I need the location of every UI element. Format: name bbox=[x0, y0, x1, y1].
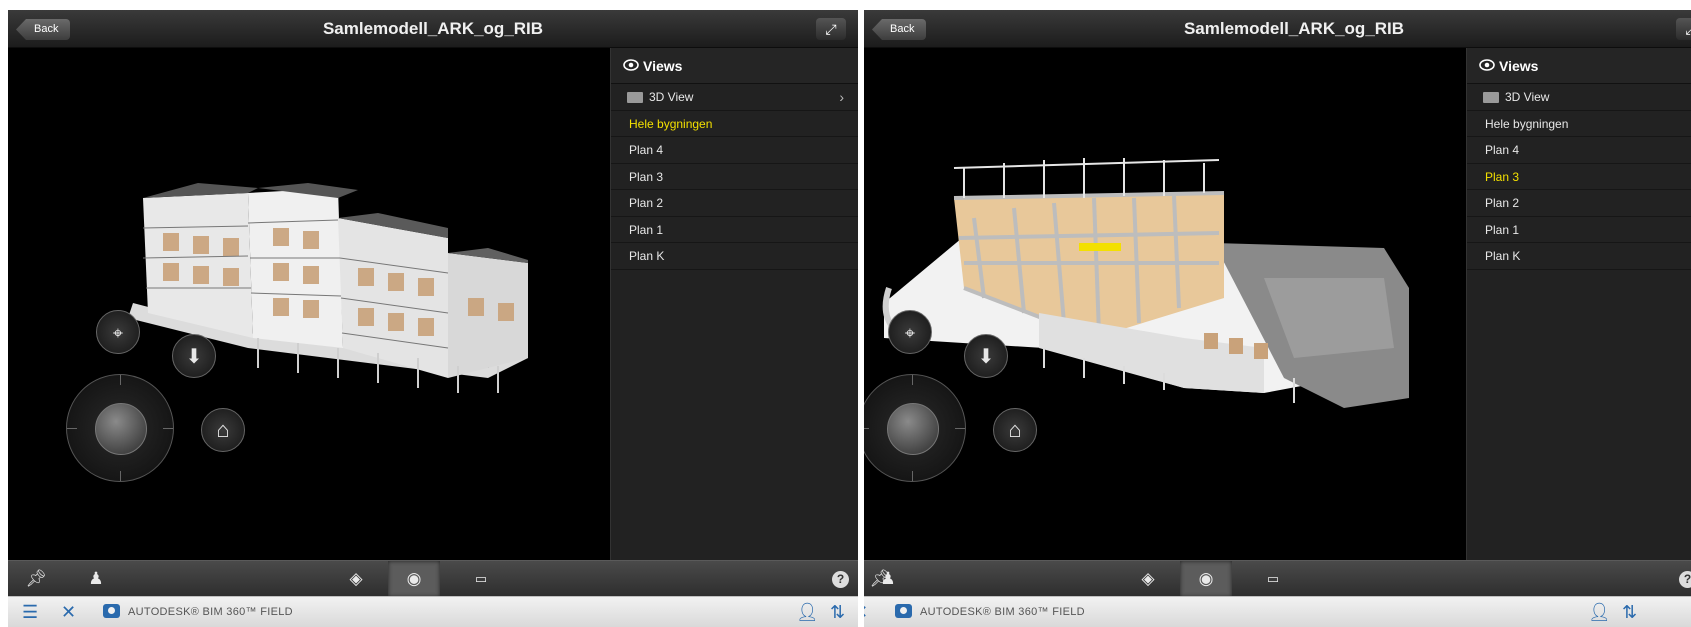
view-item[interactable]: Plan K bbox=[1467, 243, 1691, 270]
view-item[interactable]: Plan 3 bbox=[1467, 164, 1691, 190]
model-title: Samlemodell_ARK_og_RIB bbox=[1183, 19, 1405, 38]
view-item[interactable]: Plan 2 bbox=[611, 190, 858, 217]
stamp-icon[interactable]: ♟ bbox=[870, 561, 906, 597]
back-button[interactable]: Back bbox=[872, 19, 927, 40]
joystick[interactable] bbox=[66, 374, 174, 482]
sync-icon[interactable]: ⇅ bbox=[1622, 602, 1637, 622]
expand-icon[interactable]: ⤢ bbox=[816, 18, 846, 40]
folder-label: 3D View bbox=[1505, 90, 1550, 104]
view-item[interactable]: Plan 1 bbox=[611, 217, 858, 243]
view-item[interactable]: Plan 1 bbox=[1467, 217, 1691, 243]
views-eye-icon[interactable]: ◉ bbox=[388, 561, 440, 597]
expand-icon[interactable]: ⤢ bbox=[1676, 18, 1691, 40]
view-item[interactable]: Plan 4 bbox=[611, 137, 858, 164]
fly-down-icon[interactable]: ⬇ bbox=[172, 334, 216, 378]
folder-label: 3D View bbox=[649, 90, 694, 104]
menu-icon[interactable]: ☰ bbox=[22, 602, 38, 622]
building-model-3d[interactable] bbox=[8, 48, 610, 560]
joystick-knob[interactable] bbox=[95, 403, 147, 455]
user-icon[interactable]: 👤︎ bbox=[1588, 602, 1611, 622]
3d-viewport[interactable]: ⌖ ⬇ ⌂ bbox=[864, 48, 1466, 560]
views-header: Views bbox=[611, 48, 858, 84]
views-title: Views bbox=[1499, 58, 1539, 74]
fly-down-icon[interactable]: ⬇ bbox=[964, 334, 1008, 378]
model-title: Samlemodell_ARK_og_RIB bbox=[322, 19, 544, 38]
right-app-panel: Samlemodell_ARK_og_RIB Back ⤢ ⌖ ⬇ ⌂ View… bbox=[864, 10, 1691, 627]
title-bar: Samlemodell_ARK_og_RIB Back ⤢ bbox=[8, 10, 858, 48]
view-item[interactable]: Plan K bbox=[611, 243, 858, 270]
views-eye-icon[interactable]: ◉ bbox=[1180, 561, 1232, 597]
stamp-icon[interactable]: ♟ bbox=[78, 561, 114, 597]
views-eye-icon bbox=[1479, 59, 1495, 71]
view-item[interactable]: Plan 3 bbox=[611, 164, 858, 190]
chevron-right-icon: › bbox=[839, 89, 844, 105]
views-eye-icon bbox=[623, 59, 639, 71]
pin-icon[interactable]: 📌︎ bbox=[18, 561, 54, 597]
home-icon[interactable]: ⌂ bbox=[201, 408, 245, 452]
help-icon[interactable]: ? bbox=[1679, 571, 1691, 588]
status-bar: ☰ ✕ AUTODESK® BIM 360™ FIELD 👤︎ ⇅ bbox=[8, 596, 858, 627]
status-bar: ☰ ✕ AUTODESK® BIM 360™ FIELD 👤︎ ⇅ bbox=[864, 596, 1691, 627]
objects-icon[interactable]: ◈ bbox=[1130, 561, 1166, 597]
folder-icon bbox=[627, 92, 643, 103]
view-item[interactable]: Hele bygningen bbox=[1467, 111, 1691, 137]
view-item[interactable]: Hele bygningen bbox=[611, 111, 858, 137]
measure-icon[interactable]: ▭ bbox=[1255, 561, 1291, 597]
brand-label: AUTODESK® BIM 360™ FIELD bbox=[895, 597, 1085, 627]
home-icon[interactable]: ⌂ bbox=[993, 408, 1037, 452]
sync-icon[interactable]: ⇅ bbox=[830, 602, 845, 622]
tools-icon[interactable]: ✕ bbox=[61, 602, 76, 622]
orbit-icon[interactable]: ⌖ bbox=[888, 310, 932, 354]
back-button[interactable]: Back bbox=[16, 19, 71, 40]
view-folder-3d[interactable]: 3D View › bbox=[1467, 84, 1691, 111]
view-item[interactable]: Plan 2 bbox=[1467, 190, 1691, 217]
help-icon[interactable]: ? bbox=[832, 571, 849, 588]
camera-icon[interactable] bbox=[103, 604, 120, 619]
user-icon[interactable]: 👤︎ bbox=[796, 602, 819, 622]
views-title: Views bbox=[643, 58, 683, 74]
tools-icon[interactable]: ✕ bbox=[864, 602, 868, 622]
objects-icon[interactable]: ◈ bbox=[338, 561, 374, 597]
bottom-toolbar: 📌︎ ♟ ◈ ◉ ▭ ? bbox=[8, 560, 858, 597]
3d-viewport[interactable]: ⌖ ⬇ ⌂ bbox=[8, 48, 610, 560]
camera-icon[interactable] bbox=[895, 604, 912, 619]
view-folder-3d[interactable]: 3D View › bbox=[611, 84, 858, 111]
folder-icon bbox=[1483, 92, 1499, 103]
joystick-knob[interactable] bbox=[887, 403, 939, 455]
measure-icon[interactable]: ▭ bbox=[463, 561, 499, 597]
building-model-3d[interactable] bbox=[864, 48, 1466, 560]
left-app-panel: Samlemodell_ARK_og_RIB Back ⤢ ⌖ ⬇ ⌂ View… bbox=[8, 10, 858, 627]
views-panel: Views 3D View › Hele bygningen Plan 4 Pl… bbox=[610, 48, 858, 560]
view-item[interactable]: Plan 4 bbox=[1467, 137, 1691, 164]
bottom-toolbar: 📌︎ ♟ ◈ ◉ ▭ ? bbox=[864, 560, 1691, 597]
views-panel: Views 3D View › Hele bygningen Plan 4 Pl… bbox=[1466, 48, 1691, 560]
views-header: Views bbox=[1467, 48, 1691, 84]
orbit-icon[interactable]: ⌖ bbox=[96, 310, 140, 354]
title-bar: Samlemodell_ARK_og_RIB Back ⤢ bbox=[864, 10, 1691, 48]
brand-label: AUTODESK® BIM 360™ FIELD bbox=[103, 597, 293, 627]
